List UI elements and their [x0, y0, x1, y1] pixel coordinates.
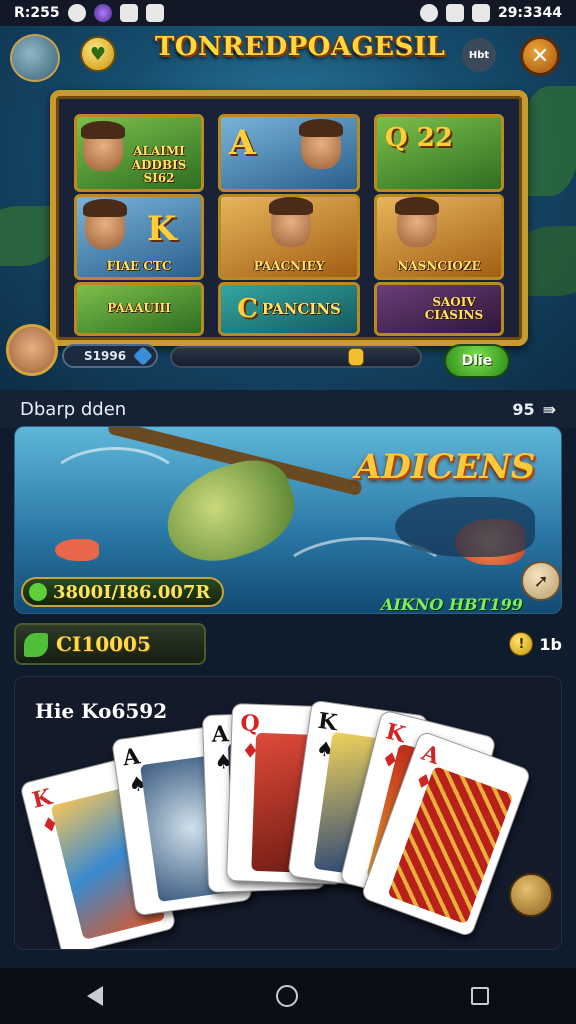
back-icon[interactable] [86, 986, 103, 1006]
banner-title: ADICENS [355, 447, 536, 487]
coins-icon [24, 633, 48, 657]
slot-tile[interactable]: PAACNIEY [218, 194, 360, 280]
featured-game-banner[interactable]: ADICENS 3800I/I86.007R AIKNO HBT199 ➚ [14, 426, 562, 614]
app-notification-icon [93, 4, 112, 22]
coins-row: CI10005 ! 1b [14, 620, 562, 668]
favorite-button[interactable]: ♥ [80, 36, 116, 72]
token-counter[interactable]: ! 1b [509, 632, 562, 656]
token-icon: ! [509, 632, 534, 656]
wifi-icon [445, 4, 464, 22]
section-title: Dbarp dden [20, 398, 127, 420]
banner-subtitle: AIKNO HBT199 [381, 595, 523, 614]
coins-balance[interactable]: CI10005 [14, 623, 206, 665]
xp-progress-bar [170, 346, 422, 368]
status-bar: R:255 29:3344 [0, 0, 576, 26]
recent-apps-icon[interactable] [471, 987, 490, 1005]
player-avatar[interactable] [6, 324, 58, 376]
slot-tile[interactable]: Q 22 [374, 114, 504, 192]
section-header: Dbarp dden 95 ⇛ [0, 390, 576, 428]
slot-board: ALAIMI ADDBIS SI62 A Q 22 K FIAE CTC PAA… [50, 90, 528, 346]
play-button[interactable]: Dlie [444, 344, 510, 378]
game-title: TONREDPOAGESIL [155, 32, 446, 62]
share-button[interactable]: ➚ [521, 561, 561, 601]
close-button[interactable]: ✕ [520, 36, 560, 76]
slot-tile[interactable]: K FIAE CTC [74, 194, 204, 280]
signal-icon [471, 4, 490, 22]
status-time: R:255 [14, 5, 60, 21]
gold-balance: S1996 [62, 344, 158, 368]
slot-tile[interactable]: NASNCIOZE [374, 194, 504, 280]
jackpot-icon [29, 583, 47, 601]
gallery-icon [145, 4, 164, 22]
game-lobby-scene: ♥ TONREDPOAGESIL Hbt ✕ ALAIMI ADDBIS SI6… [0, 26, 576, 390]
notification-icon [67, 4, 86, 22]
slot-tile[interactable]: C PANCINS [218, 282, 360, 336]
slot-tile[interactable]: A [218, 114, 360, 192]
see-all-link[interactable]: 95 ⇛ [512, 400, 556, 419]
arrow-right-icon: ⇛ [542, 399, 556, 419]
coin-icon [348, 348, 364, 366]
status-clock: 29:3344 [497, 5, 562, 21]
jackpot-counter: 3800I/I86.007R [21, 577, 225, 607]
slot-tile[interactable]: ALAIMI ADDBIS SI62 [74, 114, 204, 192]
system-nav-bar [0, 968, 576, 1024]
slot-tile[interactable]: PAAAUIII [74, 282, 204, 336]
cards-panel: Hie Ko6592 K ♦ A ♠ A ♠ Q ♦ K ♠ K ♦ A ♦ [14, 676, 562, 950]
home-icon[interactable] [275, 985, 298, 1007]
alarm-icon [419, 4, 438, 22]
fish-menu-button[interactable] [10, 34, 60, 82]
gem-icon [133, 346, 153, 366]
slot-tile[interactable]: SAOIV CIASINS [374, 282, 504, 336]
coin-stack-icon[interactable] [509, 873, 553, 917]
download-icon [119, 4, 138, 22]
cards-title: Hie Ko6592 [35, 699, 168, 723]
info-button[interactable]: Hbt [462, 38, 496, 72]
